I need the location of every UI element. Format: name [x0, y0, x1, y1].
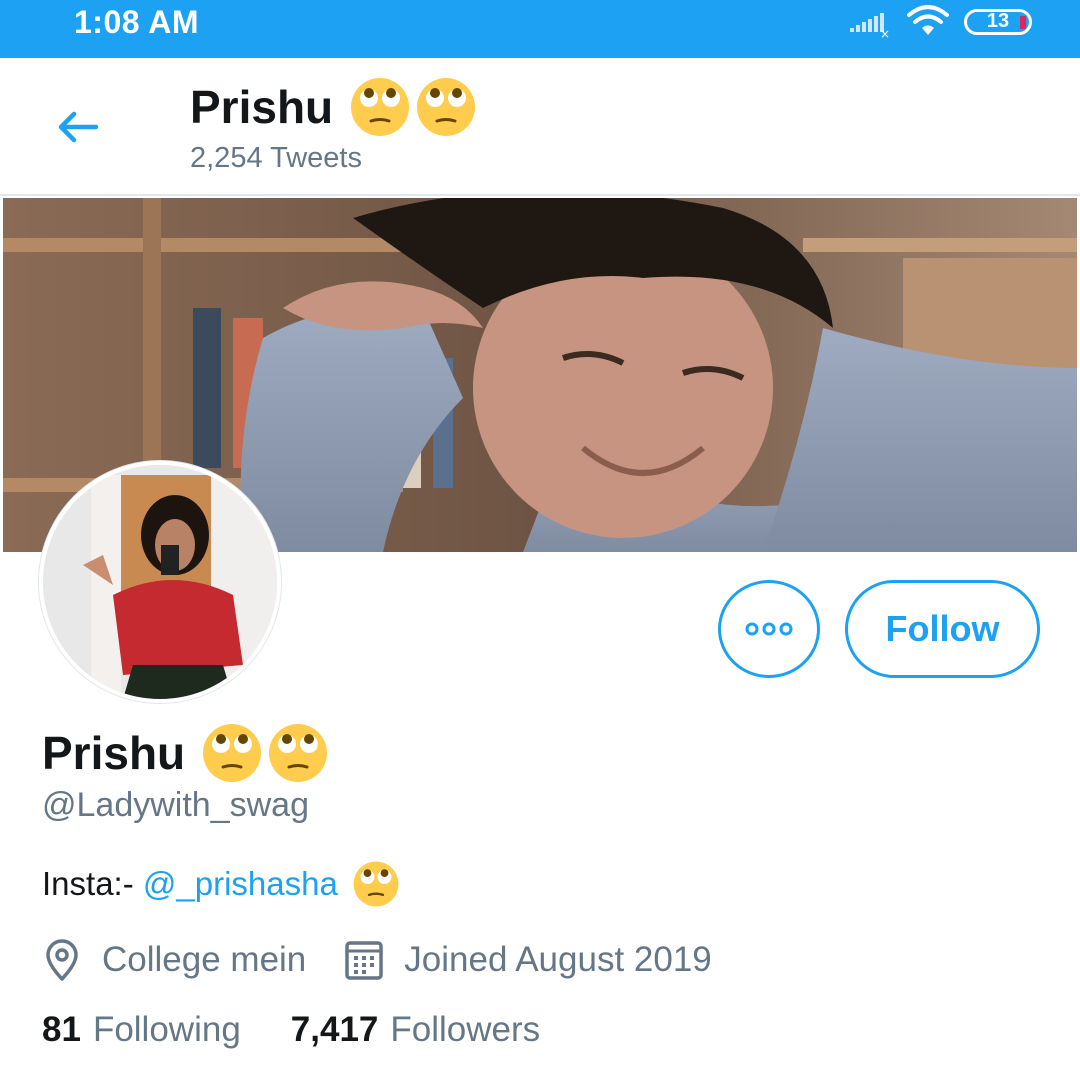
join-date: Joined August 2019	[344, 939, 712, 981]
battery-icon: 13	[964, 9, 1032, 35]
status-time: 1:08 AM	[74, 4, 200, 40]
battery-low-indicator	[1020, 16, 1026, 29]
rolling-eyes-emoji-icon	[269, 724, 328, 782]
rolling-eyes-emoji-icon	[353, 861, 399, 907]
avatar-image	[43, 465, 277, 699]
profile-header-bar: Prishu 2,254 Tweets	[0, 58, 1080, 196]
avatar-photo	[43, 465, 277, 699]
more-options-button[interactable]	[718, 580, 820, 678]
header-title: Prishu	[190, 76, 477, 138]
header-title-text: Prishu	[190, 81, 334, 133]
followers-label: Followers	[390, 1010, 541, 1049]
back-button[interactable]	[50, 98, 108, 156]
profile-meta: College mein Joined August 2019	[42, 934, 712, 986]
followers-count: 7,417	[290, 1010, 379, 1049]
more-options-icon	[745, 622, 793, 636]
following-stat[interactable]: 81 Following	[42, 1010, 241, 1050]
tweet-count: 2,254 Tweets	[190, 142, 362, 174]
profile-name: Prishu	[42, 722, 329, 784]
rolling-eyes-emoji-icon	[351, 78, 410, 136]
join-date-text: Joined August 2019	[404, 940, 712, 979]
back-arrow-icon	[58, 111, 99, 143]
profile-avatar[interactable]	[38, 460, 282, 704]
rolling-eyes-emoji-icon	[203, 724, 262, 782]
location-pin-icon	[46, 939, 78, 981]
follow-button[interactable]: Follow	[845, 580, 1040, 678]
profile-bio: Insta:- @_prishasha	[42, 860, 400, 908]
wifi-icon	[907, 5, 949, 35]
follow-stats: 81 Following 7,417 Followers	[42, 1010, 540, 1050]
profile-name-text: Prishu	[42, 727, 186, 779]
profile-handle: @Ladywith_swag	[42, 786, 309, 824]
bio-mention-link[interactable]: @_prishasha	[143, 865, 338, 903]
location-text: College mein	[102, 940, 307, 979]
signal-icon: ×	[850, 13, 890, 38]
following-count: 81	[42, 1010, 81, 1049]
rolling-eyes-emoji-icon	[417, 78, 476, 136]
location: College mein	[42, 938, 306, 982]
bio-prefix: Insta:-	[42, 865, 143, 902]
following-label: Following	[92, 1010, 241, 1049]
status-bar: 1:08 AM × 13	[0, 0, 1080, 58]
followers-stat[interactable]: 7,417 Followers	[291, 1010, 540, 1050]
svg-text:×: ×	[880, 27, 890, 38]
calendar-icon	[345, 941, 384, 980]
